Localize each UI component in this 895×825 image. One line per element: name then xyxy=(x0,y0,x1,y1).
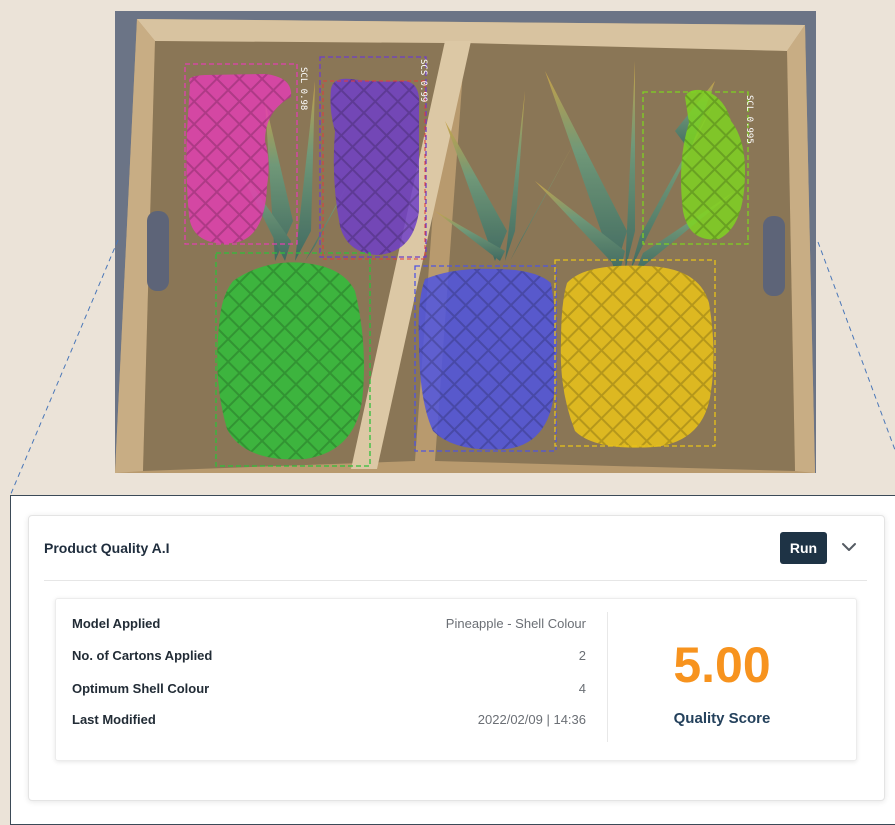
cartons-applied-value: 2 xyxy=(578,648,586,663)
detection-label: SCL 0.995 xyxy=(744,95,754,144)
cartons-applied-label: No. of Cartons Applied xyxy=(72,648,213,663)
model-applied-label: Model Applied xyxy=(72,616,161,631)
optimum-shell-colour-value: 4 xyxy=(578,681,586,696)
quality-score-value: 5.00 xyxy=(673,637,771,693)
vertical-separator xyxy=(607,612,608,742)
detection-label: SCL 0.98 xyxy=(298,67,308,110)
run-button[interactable]: Run xyxy=(780,532,827,564)
panel-title: Product Quality A.I xyxy=(44,540,170,556)
model-applied-value: Pineapple - Shell Colour xyxy=(445,616,586,631)
optimum-shell-colour-label: Optimum Shell Colour xyxy=(72,681,210,696)
header-divider xyxy=(44,580,867,581)
inspection-photo: SCL 0.98 SCS 0.99 SCL 0.995 xyxy=(115,11,816,473)
last-modified-value: 2022/02/09 | 14:36 xyxy=(477,712,586,727)
quality-score-label: Quality Score xyxy=(673,710,771,727)
last-modified-label: Last Modified xyxy=(72,712,156,727)
chevron-down-icon[interactable] xyxy=(838,536,860,558)
detection-label: SCS 0.99 xyxy=(418,59,428,102)
